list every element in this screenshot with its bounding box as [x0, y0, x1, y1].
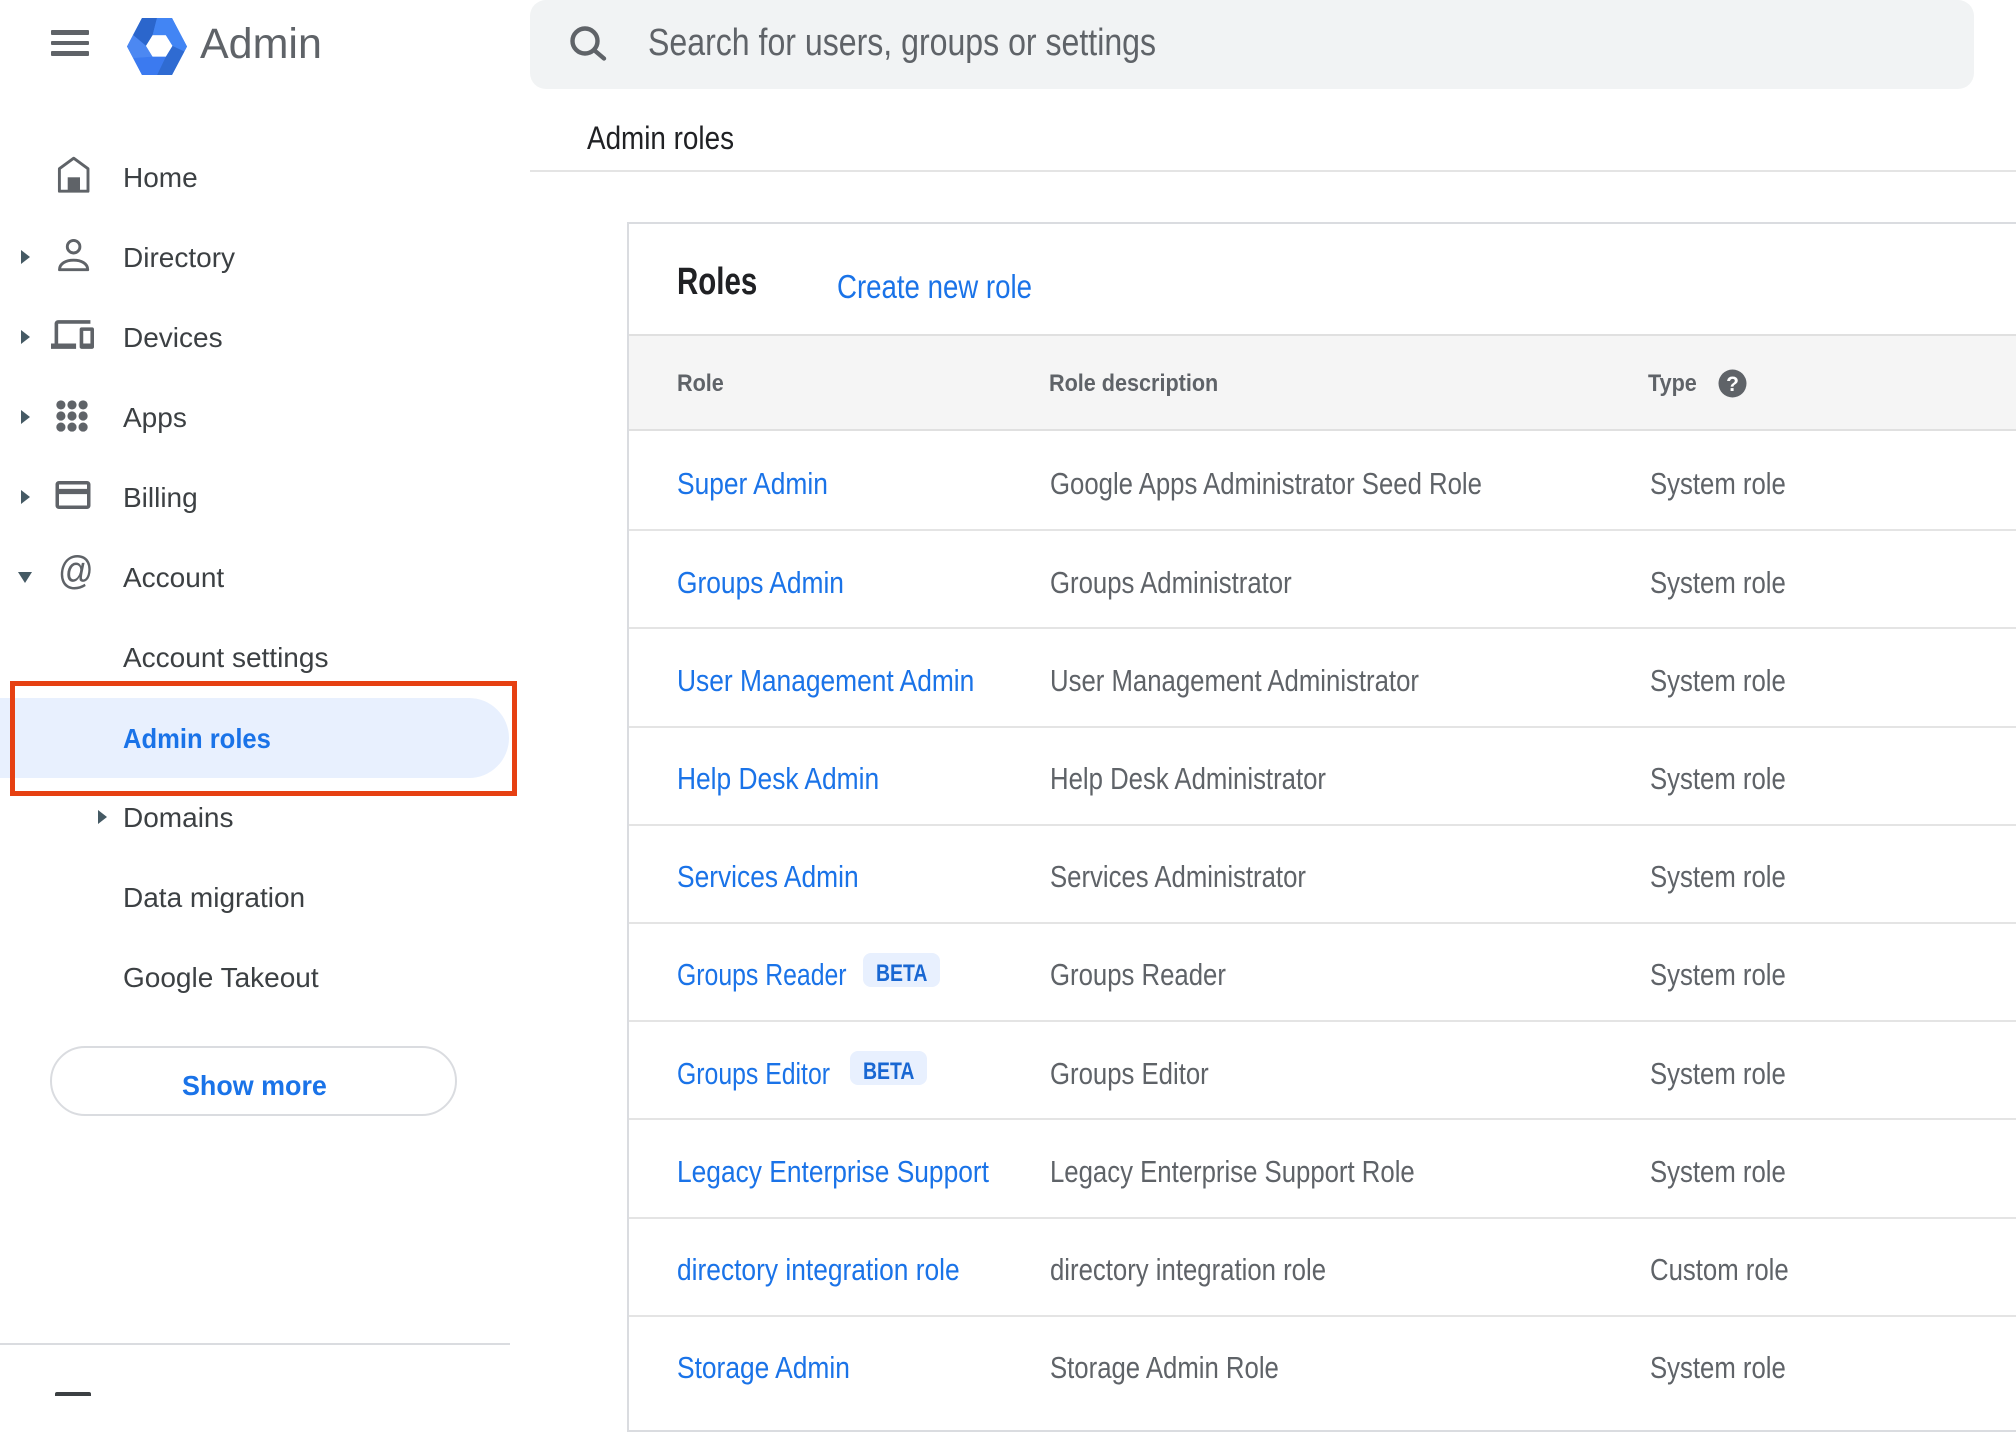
svg-text:?: ? — [1726, 373, 1739, 396]
